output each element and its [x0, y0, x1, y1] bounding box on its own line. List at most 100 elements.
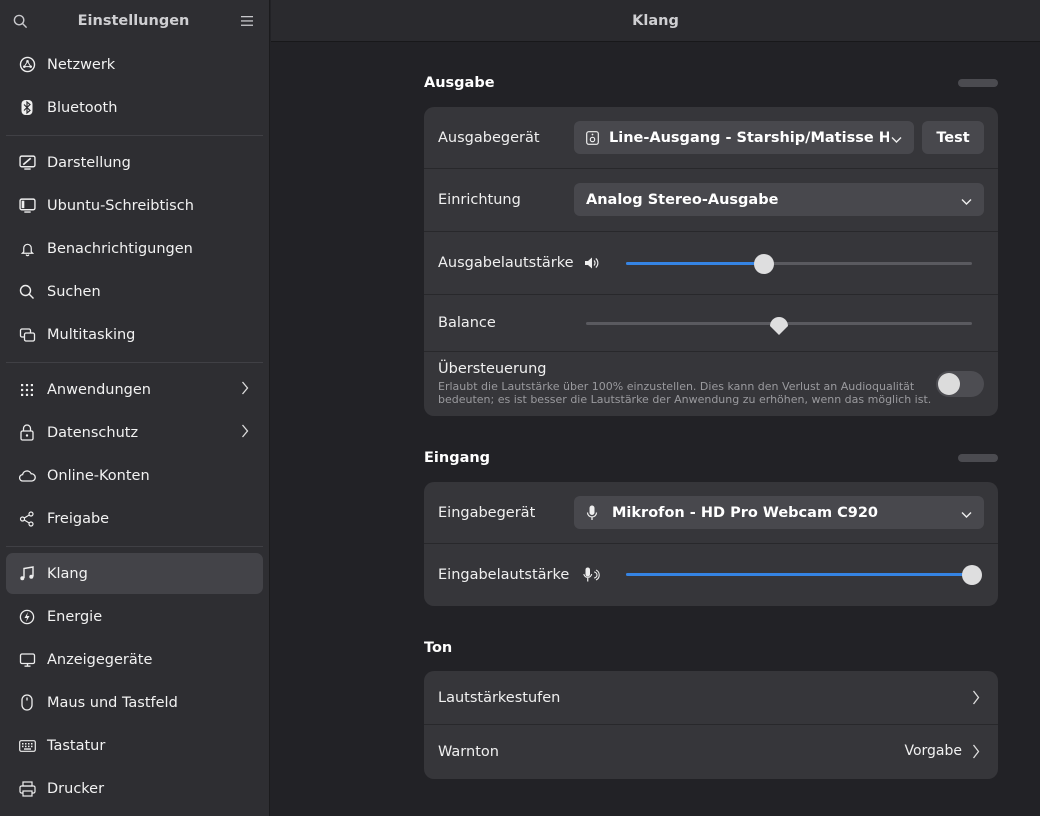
- output-volume-fill: [626, 262, 764, 265]
- overamplification-label: Übersteuerung: [438, 361, 547, 377]
- output-section-header: Ausgabe: [424, 75, 998, 91]
- sidebar-item-suchen[interactable]: Suchen: [6, 271, 263, 312]
- output-volume-slider[interactable]: [626, 253, 972, 275]
- sidebar-item-label: Multitasking: [47, 326, 136, 343]
- output-section-title: Ausgabe: [424, 75, 495, 91]
- lock-icon: [18, 424, 36, 442]
- input-volume-row: Eingabelautstärke: [424, 544, 998, 606]
- sidebar-item-label: Online-Konten: [47, 467, 150, 484]
- input-volume-slider[interactable]: [626, 564, 982, 586]
- multitasking-icon: [18, 326, 36, 344]
- sidebar-title: Einstellungen: [77, 13, 190, 29]
- alert-sound-row[interactable]: Warnton Vorgabe: [424, 725, 998, 779]
- bell-icon: [18, 240, 36, 258]
- input-section-title: Eingang: [424, 450, 491, 466]
- volume-levels-label: Lautstärkestufen: [438, 689, 561, 706]
- input-volume-label: Eingabelautstärke: [438, 567, 570, 583]
- sidebar-item-datenschutz[interactable]: Datenschutz: [6, 412, 263, 453]
- sidebar-item-label: Energie: [47, 608, 103, 625]
- sidebar-item-label: Benachrichtigungen: [47, 240, 193, 257]
- tone-section-title: Ton: [424, 640, 453, 656]
- microphone-volume-icon: [583, 567, 600, 583]
- chevron-down-icon: [961, 507, 972, 523]
- sidebar-item-anzeigegeraete[interactable]: Anzeigegeräte: [6, 639, 263, 680]
- sidebar-item-label: Klang: [47, 565, 88, 582]
- balance-label: Balance: [438, 315, 496, 331]
- output-device-value: Line-Ausgang - Starship/Matisse HD ...: [609, 129, 889, 146]
- page-title: Klang: [632, 12, 679, 29]
- network-icon: [18, 56, 36, 74]
- sidebar-item-multitasking[interactable]: Multitasking: [6, 314, 263, 355]
- mouse-icon: [18, 694, 36, 712]
- chevron-down-icon: [961, 194, 972, 210]
- monitor-icon: [18, 651, 36, 669]
- output-level-indicator: [958, 79, 998, 87]
- sidebar-item-freigabe[interactable]: Freigabe: [6, 498, 263, 539]
- input-volume-handle[interactable]: [962, 565, 982, 585]
- keyboard-icon: [18, 737, 36, 755]
- overamplification-text: Übersteuerung Erlaubt die Lautstärke übe…: [438, 361, 931, 406]
- search-icon[interactable]: [12, 13, 28, 29]
- sidebar-item-label: Anwendungen: [47, 381, 151, 398]
- sidebar-item-energie[interactable]: Energie: [6, 596, 263, 637]
- output-setup-label: Einrichtung: [438, 192, 521, 208]
- chevron-right-icon: [972, 744, 980, 763]
- input-device-label: Eingabegerät: [438, 504, 536, 521]
- output-device-dropdown[interactable]: Line-Ausgang - Starship/Matisse HD ...: [574, 121, 914, 154]
- sidebar-separator: [6, 135, 263, 136]
- tone-section-header: Ton: [424, 640, 998, 656]
- output-device-row: Ausgabegerät Line-Ausgang - Starship/Mat…: [424, 107, 998, 169]
- hamburger-menu-icon[interactable]: [239, 13, 255, 29]
- output-volume-label: Ausgabelautstärke: [438, 255, 574, 271]
- balance-slider[interactable]: [586, 312, 972, 336]
- sidebar-item-drucker[interactable]: Drucker: [6, 768, 263, 809]
- sidebar-item-klang[interactable]: Klang: [6, 553, 263, 594]
- output-setup-dropdown[interactable]: Analog Stereo-Ausgabe: [574, 183, 984, 216]
- balance-handle[interactable]: [768, 312, 790, 336]
- apps-grid-icon: [18, 381, 36, 399]
- sidebar-item-label: Freigabe: [47, 510, 110, 527]
- sidebar-item-anwendungen[interactable]: Anwendungen: [6, 369, 263, 410]
- overamplification-description-line-2: bedeuten; es ist besser die Lautstärke d…: [438, 393, 932, 406]
- sidebar-separator: [6, 362, 263, 363]
- power-icon: [18, 608, 36, 626]
- input-device-row: Eingabegerät Mikrofon - HD Pro Webcam C9…: [424, 482, 998, 544]
- sidebar-item-ubuntu-schreibtisch[interactable]: Ubuntu-Schreibtisch: [6, 185, 263, 226]
- sidebar-item-label: Drucker: [47, 780, 105, 797]
- cloud-icon: [18, 467, 36, 485]
- search-icon: [18, 283, 36, 301]
- chevron-down-icon: [891, 132, 902, 148]
- output-card: Ausgabegerät Line-Ausgang - Starship/Mat…: [424, 107, 998, 416]
- sidebar-item-bluetooth[interactable]: Bluetooth: [6, 87, 263, 128]
- sidebar-list: Netzwerk Bluetooth Darstellung Ubuntu-Sc…: [0, 44, 269, 809]
- sidebar-separator: [6, 546, 263, 547]
- sidebar-item-label: Datenschutz: [47, 424, 139, 441]
- speaker-volume-icon: [584, 256, 599, 270]
- sidebar-item-label: Suchen: [47, 283, 101, 300]
- output-volume-handle[interactable]: [754, 254, 774, 274]
- sidebar-item-online-konten[interactable]: Online-Konten: [6, 455, 263, 496]
- overamplification-row: Übersteuerung Erlaubt die Lautstärke übe…: [424, 352, 998, 416]
- sidebar-item-label: Ubuntu-Schreibtisch: [47, 197, 194, 214]
- overamplification-toggle[interactable]: [936, 371, 984, 397]
- speaker-device-icon: [586, 130, 599, 145]
- test-button[interactable]: Test: [922, 121, 984, 154]
- input-device-dropdown[interactable]: Mikrofon - HD Pro Webcam C920: [574, 496, 984, 529]
- sidebar-item-netzwerk[interactable]: Netzwerk: [6, 44, 263, 85]
- input-volume-fill: [626, 573, 972, 576]
- sidebar-item-tastatur[interactable]: Tastatur: [6, 725, 263, 766]
- chevron-right-icon: [972, 690, 980, 709]
- balance-row: Balance: [424, 295, 998, 352]
- main-header: Klang: [271, 0, 1040, 42]
- sidebar-item-darstellung[interactable]: Darstellung: [6, 142, 263, 183]
- sidebar-item-maus-und-tastfeld[interactable]: Maus und Tastfeld: [6, 682, 263, 723]
- volume-levels-row[interactable]: Lautstärkestufen: [424, 671, 998, 725]
- sidebar-item-benachrichtigungen[interactable]: Benachrichtigungen: [6, 228, 263, 269]
- sidebar-item-label: Tastatur: [47, 737, 106, 754]
- overamplification-description: Erlaubt die Lautstärke über 100% einzust…: [438, 380, 931, 406]
- input-card: Eingabegerät Mikrofon - HD Pro Webcam C9…: [424, 482, 998, 606]
- sidebar-header: Einstellungen: [0, 0, 269, 42]
- toggle-knob: [938, 373, 960, 395]
- chevron-right-icon: [241, 381, 249, 399]
- overamplification-description-line-1: Erlaubt die Lautstärke über 100% einzust…: [438, 380, 915, 393]
